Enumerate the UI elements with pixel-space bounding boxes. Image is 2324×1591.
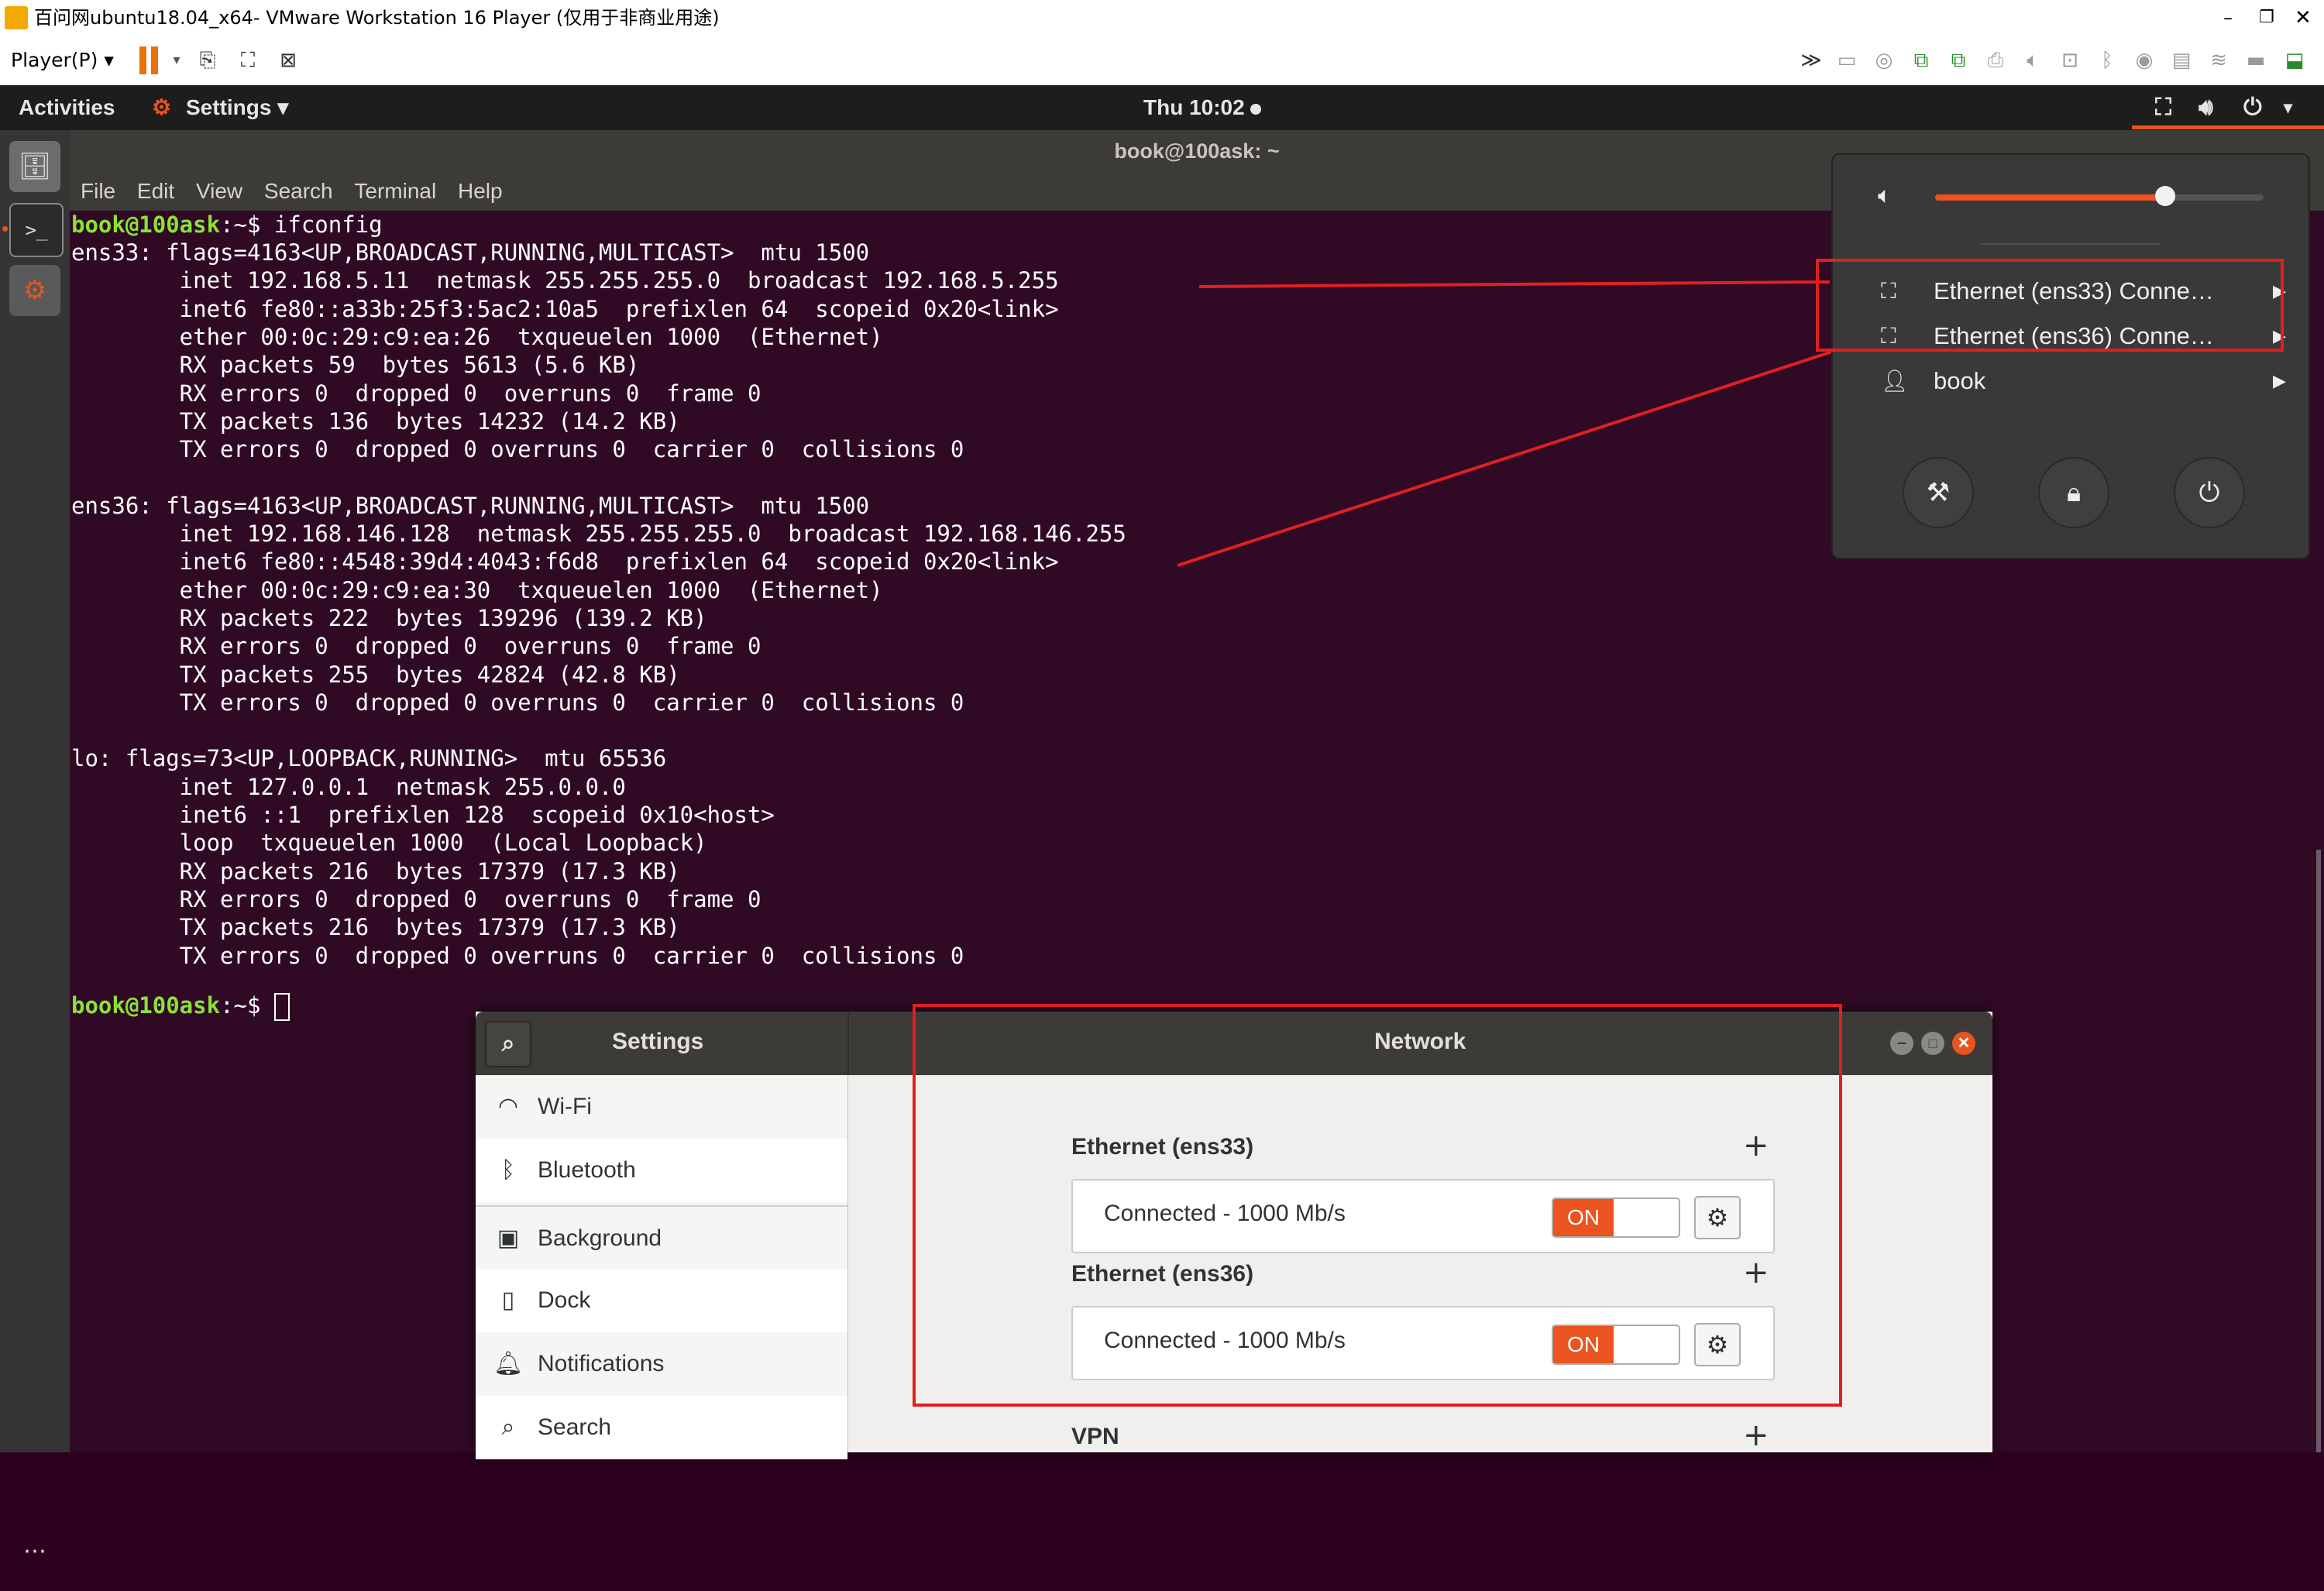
sidebar-item-label: Background	[538, 1225, 662, 1251]
system-menu: 🔈︎ ⛶ Ethernet (ens33) Conne… ▶ ⛶ Etherne…	[1831, 153, 2310, 559]
volume-mute-icon: 🔈︎	[1878, 183, 1892, 208]
user-label: book	[1934, 367, 1986, 394]
user-item[interactable]: 👤︎ book ▶	[1833, 359, 2309, 403]
user-icon: 👤︎	[1881, 369, 1909, 393]
annotation-box-network	[913, 1004, 1842, 1407]
settings-sidebar: ◠ Wi-Fi ᛒ Bluetooth ▣ Background ▯ Dock 🔔︎ No…	[476, 1075, 848, 1459]
sidebar-item-label: Notifications	[538, 1351, 665, 1376]
show-applications-icon[interactable]: ⋯	[9, 1540, 60, 1591]
bluetooth-icon: ᛒ	[501, 1157, 515, 1183]
sidebar-item-label: Wi-Fi	[538, 1094, 592, 1119]
submenu-arrow-icon: ▶	[2273, 371, 2286, 390]
annotation-line-ens36	[1177, 336, 1875, 567]
search-button[interactable]: ⌕	[485, 1021, 531, 1067]
wifi-icon: ◠	[497, 1094, 519, 1119]
sidebar-item-label: Bluetooth	[538, 1157, 636, 1183]
sidebar-item-notifications[interactable]: 🔔︎ Notifications	[476, 1332, 847, 1396]
sidebar-item-label: Dock	[538, 1287, 591, 1313]
header-divider	[847, 1012, 849, 1075]
dock-icon: ▯	[501, 1287, 515, 1313]
sidebar-item-background[interactable]: ▣ Background	[476, 1205, 847, 1270]
bell-icon: 🔔︎	[493, 1351, 524, 1376]
sidebar-item-search[interactable]: ⌕ Search	[476, 1396, 847, 1459]
add-vpn-button[interactable]: +	[1743, 1417, 1769, 1453]
volume-fill	[1935, 194, 2165, 201]
annotation-line-ens33	[1198, 280, 1831, 288]
volume-slider[interactable]	[1935, 186, 2264, 206]
volume-handle[interactable]	[2154, 186, 2175, 206]
sidebar-item-wifi[interactable]: ◠ Wi-Fi	[476, 1075, 847, 1139]
section-title-vpn: VPN	[1071, 1424, 1119, 1449]
sidebar-title: Settings	[612, 1029, 704, 1054]
settings-tools-button[interactable]: ⚒	[1903, 457, 1974, 528]
sidebar-item-label: Search	[538, 1414, 612, 1440]
annotation-box-ethernet	[1816, 259, 2284, 352]
power-off-button[interactable]: ⏻	[2174, 457, 2245, 528]
sidebar-item-bluetooth[interactable]: ᛒ Bluetooth	[476, 1139, 847, 1202]
sidebar-item-dock[interactable]: ▯ Dock	[476, 1269, 847, 1332]
minimize-window-button[interactable]: –	[1890, 1032, 1913, 1055]
close-window-button[interactable]: ✕	[1952, 1032, 1975, 1055]
maximize-window-button[interactable]: □	[1921, 1032, 1944, 1055]
menu-separator	[1980, 243, 2160, 245]
lock-button[interactable]: 🔒︎	[2038, 457, 2109, 528]
search-icon: ⌕	[501, 1414, 515, 1440]
background-icon: ▣	[497, 1225, 520, 1251]
